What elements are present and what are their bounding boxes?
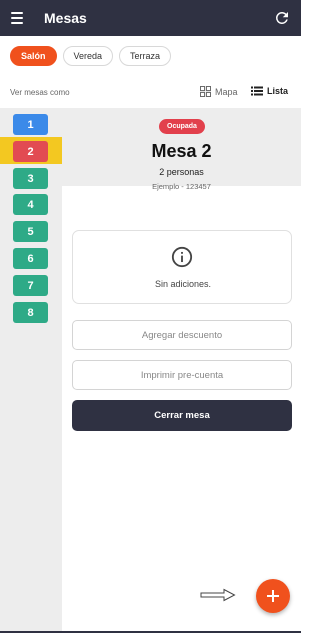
arrow-right-icon bbox=[200, 588, 236, 602]
menu-icon[interactable] bbox=[0, 0, 34, 36]
table-button-5[interactable]: 5 bbox=[13, 221, 48, 242]
table-button-3[interactable]: 3 bbox=[13, 168, 48, 189]
view-lista-label: Lista bbox=[267, 86, 289, 96]
add-discount-button[interactable]: Agregar descuento bbox=[72, 320, 292, 350]
app-bar: Mesas bbox=[0, 0, 301, 36]
table-button-4[interactable]: 4 bbox=[13, 194, 48, 215]
list-icon bbox=[251, 86, 263, 96]
guest-count: 2 personas bbox=[159, 167, 204, 177]
page-title: Mesas bbox=[44, 10, 87, 26]
filter-salon[interactable]: Salón bbox=[10, 46, 57, 66]
add-button[interactable] bbox=[256, 579, 290, 613]
table-button-8[interactable]: 8 bbox=[13, 302, 48, 323]
additions-card: Sin adiciones. bbox=[72, 230, 292, 304]
view-lista-button[interactable]: Lista bbox=[251, 86, 288, 96]
grid-icon bbox=[200, 86, 211, 97]
table-button-2[interactable]: 2 bbox=[13, 141, 48, 162]
print-precheck-button[interactable]: Imprimir pre-cuenta bbox=[72, 360, 292, 390]
table-button-7[interactable]: 7 bbox=[13, 275, 48, 296]
filter-terraza[interactable]: Terraza bbox=[119, 46, 172, 66]
view-mapa-button[interactable]: Mapa bbox=[200, 86, 238, 97]
table-list: 1 2 3 4 5 6 7 8 bbox=[0, 108, 62, 633]
plus-icon bbox=[267, 590, 279, 602]
table-detail-header: Ocupada Mesa 2 2 personas Ejemplo - 1234… bbox=[62, 108, 301, 191]
client-info: Ejemplo - 123457 bbox=[152, 182, 211, 191]
table-button-1[interactable]: 1 bbox=[13, 114, 48, 135]
area-filter: Salón Vereda Terraza bbox=[10, 46, 172, 66]
close-table-button[interactable]: Cerrar mesa bbox=[72, 400, 292, 431]
table-title: Mesa 2 bbox=[151, 141, 212, 161]
refresh-icon[interactable] bbox=[273, 9, 291, 27]
view-toggle-row: Ver mesas como Mapa Lista bbox=[0, 83, 301, 103]
no-additions-text: Sin adiciones. bbox=[154, 279, 212, 289]
view-label: Ver mesas como bbox=[10, 88, 70, 97]
filter-vereda[interactable]: Vereda bbox=[62, 46, 114, 66]
status-badge: Ocupada bbox=[159, 119, 205, 134]
table-button-6[interactable]: 6 bbox=[13, 248, 48, 269]
info-icon bbox=[171, 246, 193, 268]
view-mapa-label: Mapa bbox=[215, 86, 238, 97]
